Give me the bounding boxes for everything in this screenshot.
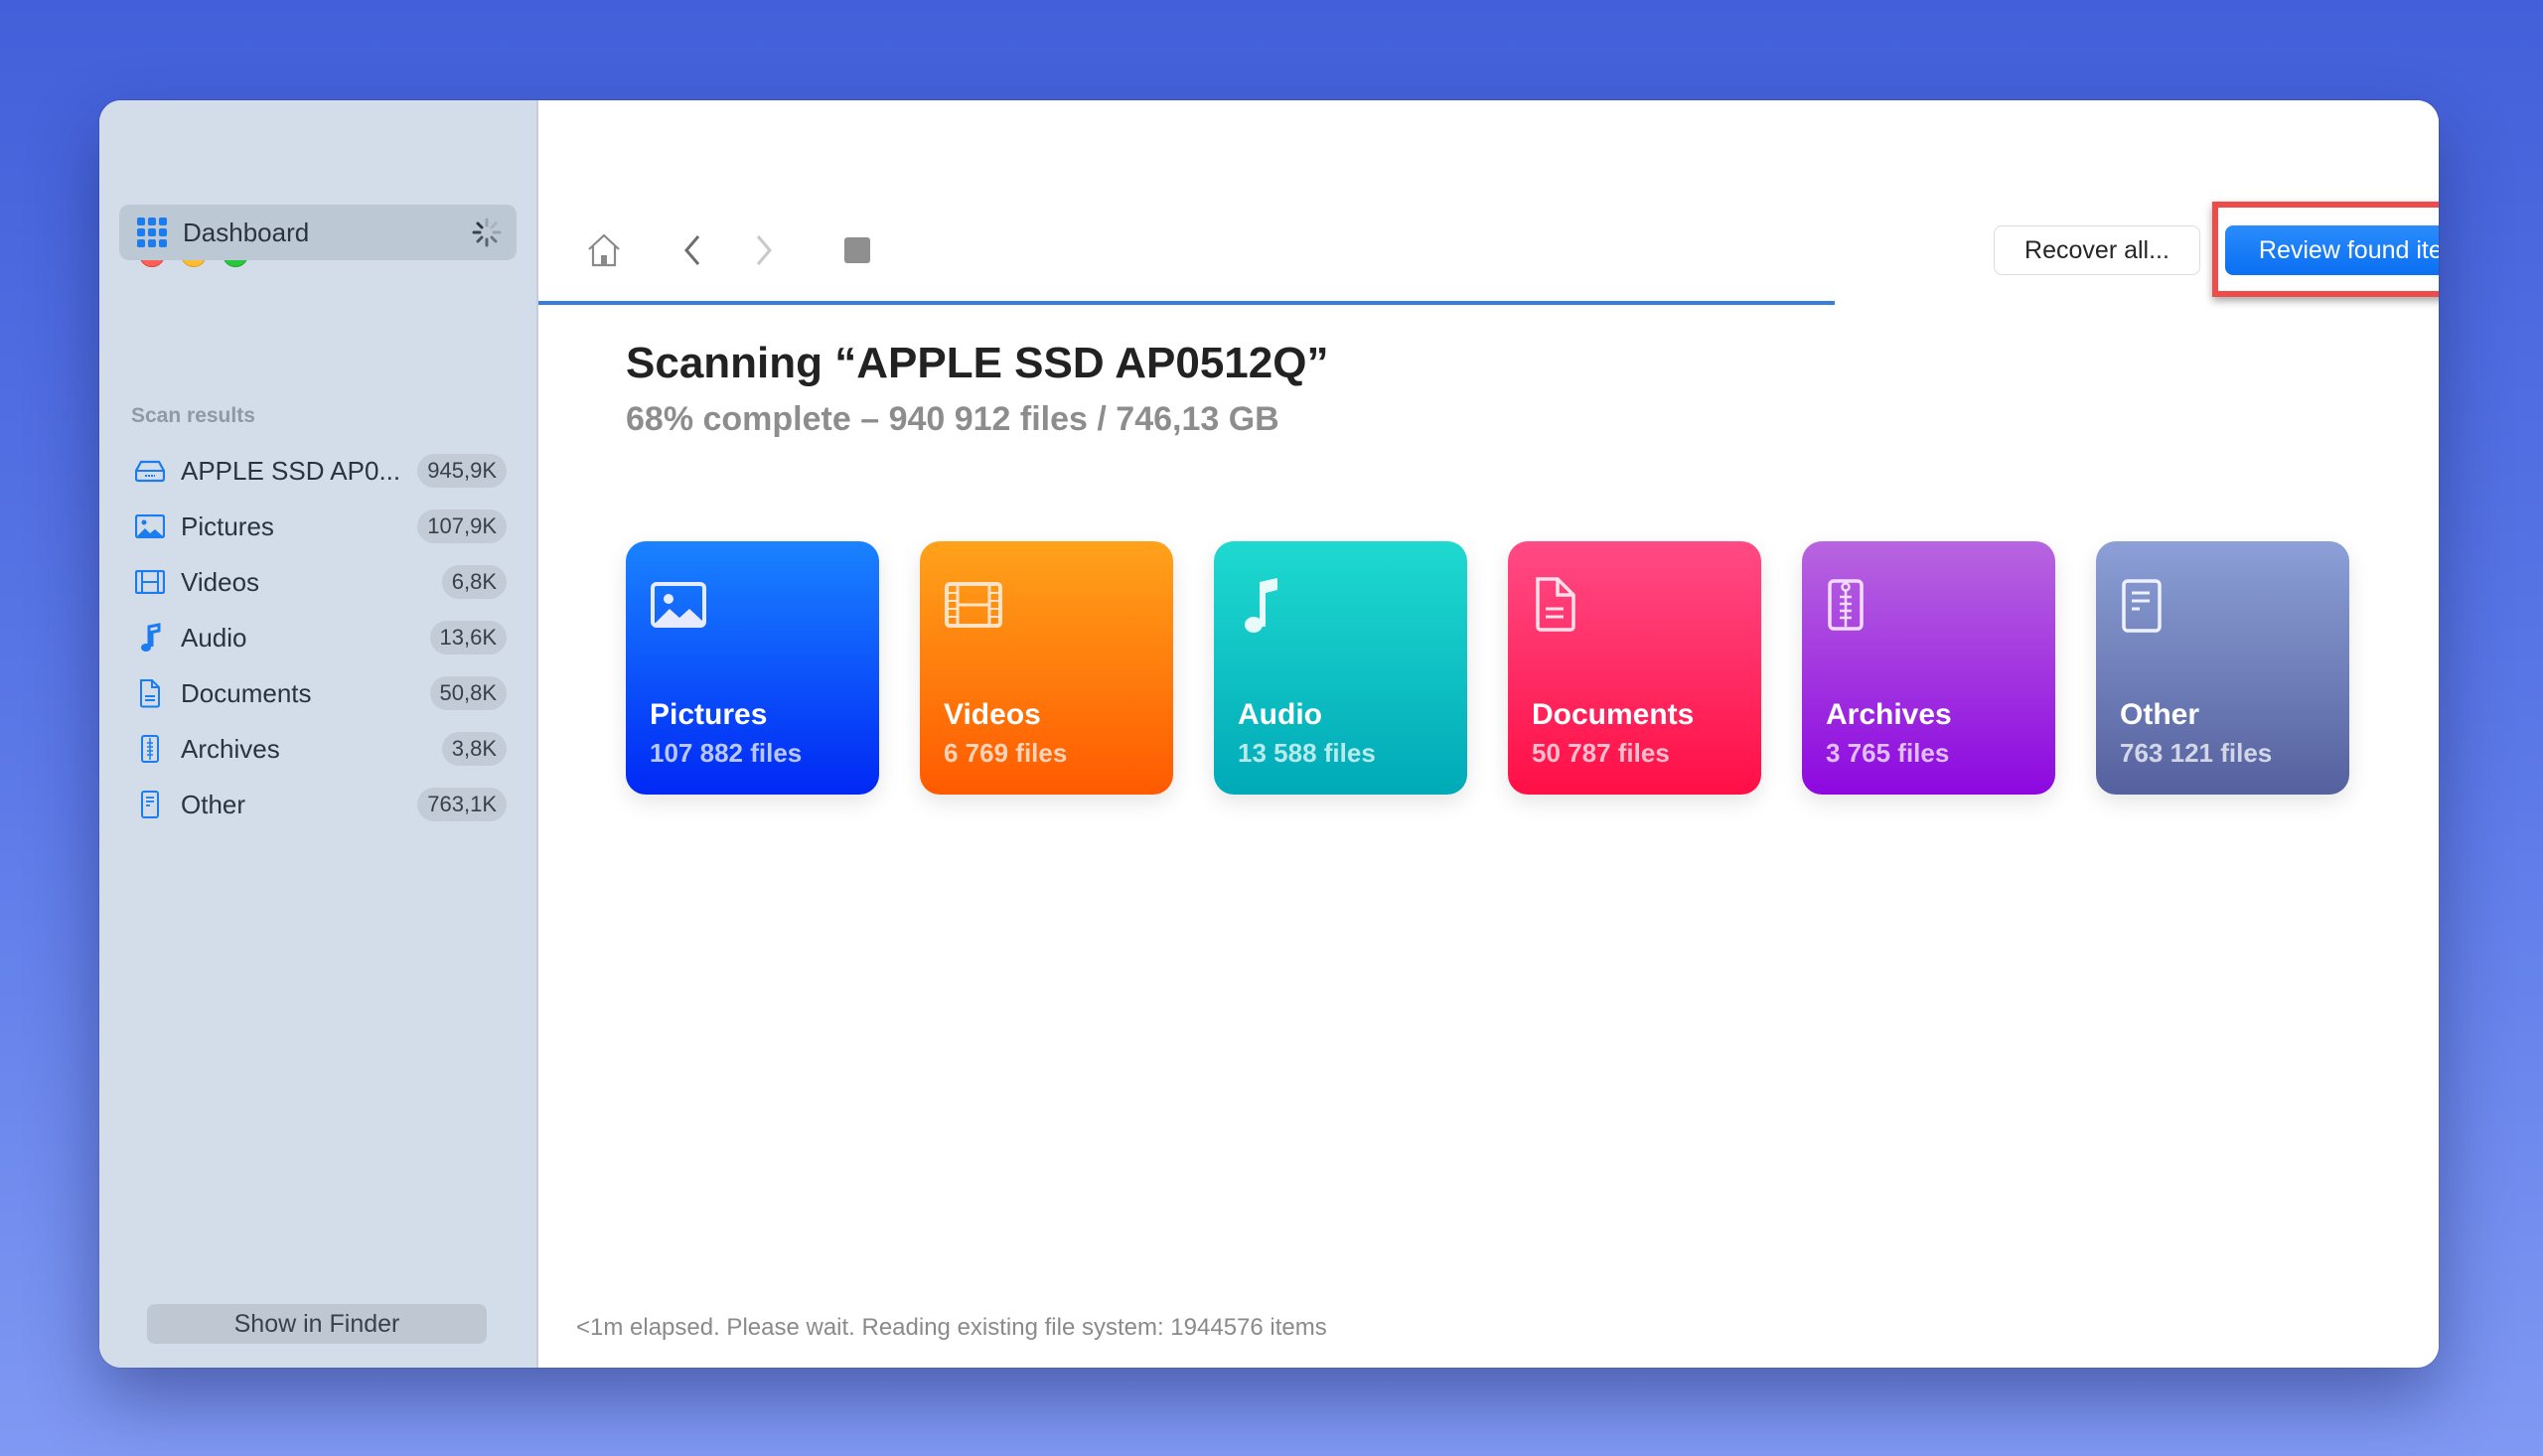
sidebar-item-videos[interactable]: Videos 6,8K <box>121 554 517 610</box>
app-window: Dashboard Scan results APPLE SSD AP0... … <box>99 100 2439 1368</box>
show-in-finder-button[interactable]: Show in Finder <box>147 1304 487 1344</box>
sidebar-item-other[interactable]: Other 763,1K <box>121 777 517 832</box>
scan-results-heading: Scan results <box>131 404 255 427</box>
archive-zip-icon <box>133 732 167 766</box>
category-card-videos[interactable]: Videos 6 769 files <box>920 541 1173 795</box>
review-found-items-button[interactable]: Review found items <box>2225 225 2439 275</box>
sidebar-item-label: Archives <box>181 733 280 764</box>
film-icon <box>945 582 1002 628</box>
document-icon <box>133 676 167 710</box>
file-icon <box>2122 579 2162 633</box>
sidebar-item-label: Pictures <box>181 510 274 541</box>
main-panel: Recover all... Review found items Scanni… <box>538 100 2439 1368</box>
picture-icon <box>651 582 706 628</box>
grid-icon <box>137 218 167 247</box>
sidebar-item-label: Audio <box>181 622 247 653</box>
card-title: Audio <box>1238 698 1322 731</box>
sidebar-item-label: Other <box>181 789 246 819</box>
music-note-icon <box>1245 578 1277 633</box>
item-count-badge: 107,9K <box>417 510 507 543</box>
card-title: Videos <box>944 698 1041 731</box>
card-title: Other <box>2120 698 2200 731</box>
scan-results-list: APPLE SSD AP0... 945,9K Pictures 107,9K … <box>121 443 517 832</box>
picture-icon <box>133 510 167 543</box>
file-icon <box>133 788 167 821</box>
sidebar-item-label: Dashboard <box>183 217 310 247</box>
sidebar-item-audio[interactable]: Audio 13,6K <box>121 610 517 665</box>
card-file-count: 3 765 files <box>1826 738 1950 768</box>
page-title: Scanning “APPLE SSD AP0512Q” <box>626 339 1329 387</box>
drive-icon <box>133 454 167 488</box>
sidebar-item-pictures[interactable]: Pictures 107,9K <box>121 499 517 554</box>
recover-all-button[interactable]: Recover all... <box>1994 225 2200 275</box>
sidebar-item-dashboard[interactable]: Dashboard <box>119 205 517 260</box>
document-icon <box>1536 577 1575 632</box>
card-file-count: 50 787 files <box>1532 738 1670 768</box>
category-card-documents[interactable]: Documents 50 787 files <box>1508 541 1761 795</box>
spinner-icon <box>472 218 502 247</box>
forward-icon[interactable] <box>743 229 785 271</box>
sidebar-item-documents[interactable]: Documents 50,8K <box>121 665 517 721</box>
item-count-badge: 13,6K <box>429 621 507 655</box>
music-note-icon <box>133 621 167 655</box>
card-title: Pictures <box>650 698 768 731</box>
item-count-badge: 3,8K <box>441 732 507 766</box>
sidebar-item-archives[interactable]: Archives 3,8K <box>121 721 517 777</box>
scan-progress-summary: 68% complete – 940 912 files / 746,13 GB <box>626 400 1279 438</box>
card-file-count: 763 121 files <box>2120 738 2273 768</box>
card-file-count: 107 882 files <box>650 738 803 768</box>
sidebar-item-drive[interactable]: APPLE SSD AP0... 945,9K <box>121 443 517 499</box>
item-count-badge: 6,8K <box>441 565 507 599</box>
item-count-badge: 50,8K <box>429 676 507 710</box>
sidebar: Dashboard Scan results APPLE SSD AP0... … <box>99 100 538 1368</box>
card-title: Archives <box>1826 698 1952 731</box>
card-file-count: 6 769 files <box>944 738 1068 768</box>
film-icon <box>133 565 167 599</box>
sidebar-item-label: Documents <box>181 677 312 708</box>
sidebar-item-label: APPLE SSD AP0... <box>181 455 401 486</box>
stop-icon[interactable] <box>836 229 878 271</box>
item-count-badge: 945,9K <box>417 454 507 488</box>
card-title: Documents <box>1532 698 1695 731</box>
scan-progress-bar <box>538 301 1835 305</box>
card-file-count: 13 588 files <box>1238 738 1376 768</box>
category-card-other[interactable]: Other 763 121 files <box>2096 541 2349 795</box>
archive-zip-icon <box>1828 579 1864 631</box>
category-card-archives[interactable]: Archives 3 765 files <box>1802 541 2055 795</box>
back-icon[interactable] <box>672 229 713 271</box>
sidebar-item-label: Videos <box>181 566 260 597</box>
status-bar-text: <1m elapsed. Please wait. Reading existi… <box>576 1314 1327 1341</box>
category-card-audio[interactable]: Audio 13 588 files <box>1214 541 1467 795</box>
item-count-badge: 763,1K <box>417 788 507 821</box>
category-card-pictures[interactable]: Pictures 107 882 files <box>626 541 879 795</box>
home-icon[interactable] <box>583 229 625 271</box>
